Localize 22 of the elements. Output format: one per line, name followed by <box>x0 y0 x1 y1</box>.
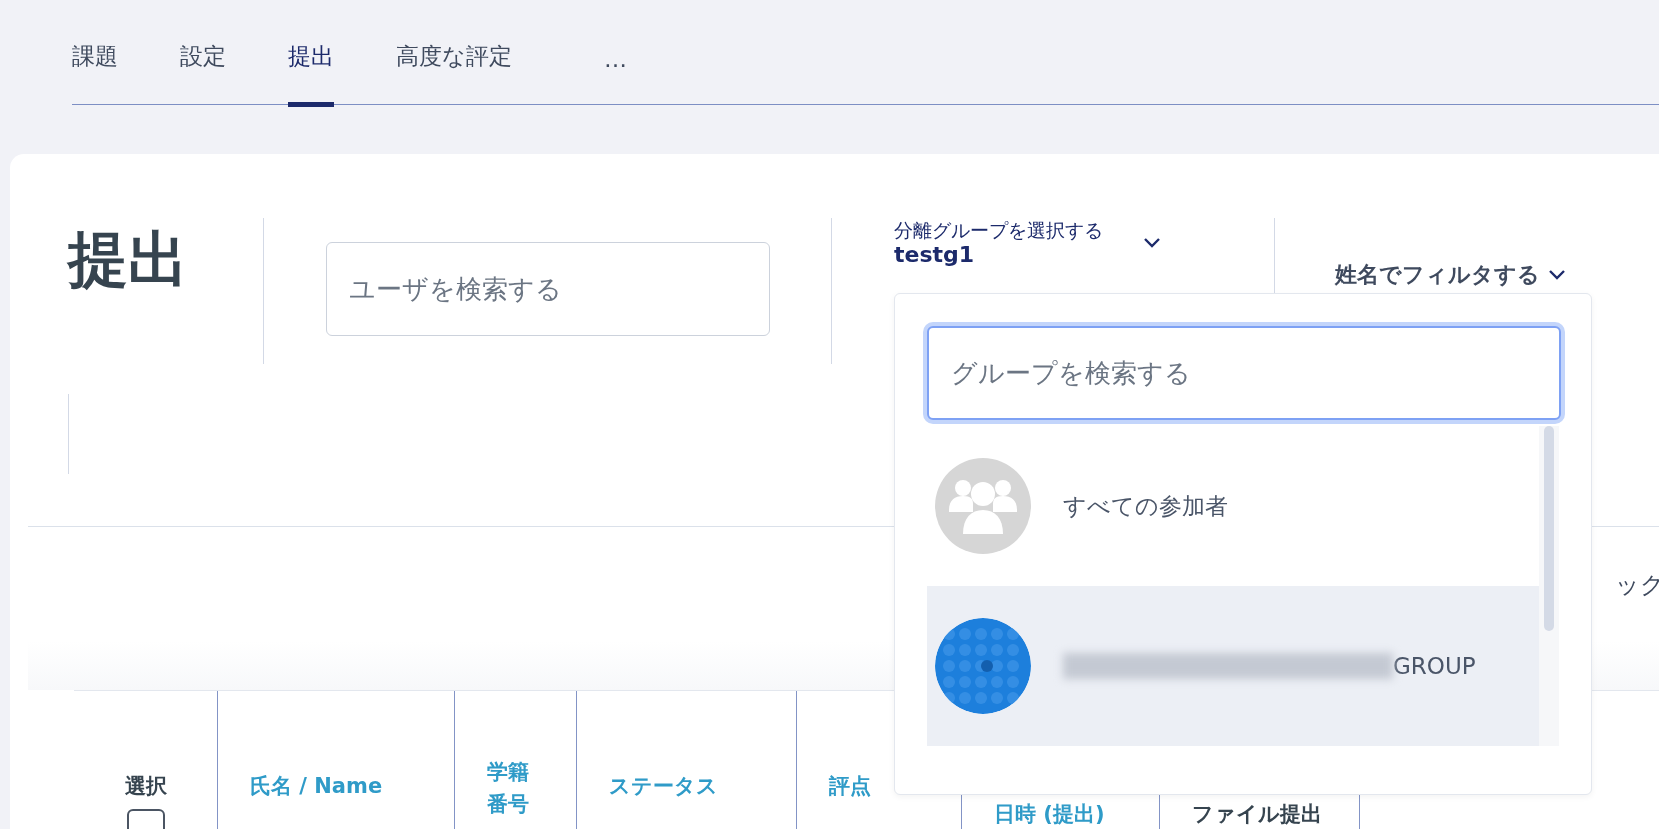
search-field[interactable]: ユーザを検索する <box>326 242 770 336</box>
column-header: 選択 <box>124 773 167 800</box>
group-option-label: GROUP <box>1393 653 1476 679</box>
group-option[interactable]: GROUP <box>927 586 1539 746</box>
page-title: 提出 <box>10 218 264 364</box>
tab[interactable]: 提出 <box>288 41 334 107</box>
scrollbar[interactable] <box>1544 426 1554 631</box>
group-selector-label: 分離グループを選択する <box>894 218 1103 243</box>
group-avatar-icon <box>935 618 1031 714</box>
people-icon <box>935 458 1031 554</box>
chevron-down-icon <box>1143 237 1161 249</box>
tab[interactable]: 課題 <box>72 41 118 107</box>
column-header: ファイル提出 <box>1192 801 1322 828</box>
tab[interactable]: 設定 <box>180 41 226 107</box>
tab[interactable]: 高度な評定 <box>396 41 512 107</box>
group-selector-value: testg1 <box>894 244 976 266</box>
tab[interactable]: … <box>604 46 627 107</box>
group-option-label: すべての参加者 <box>1063 491 1228 521</box>
filter-label[interactable]: 姓名でフィルタする <box>1335 260 1540 290</box>
chevron-down-icon <box>1548 269 1566 281</box>
group-selector[interactable]: 分離グループを選択する testg1 <box>832 218 1161 266</box>
group-search-field[interactable]: グループを検索する <box>927 326 1561 420</box>
